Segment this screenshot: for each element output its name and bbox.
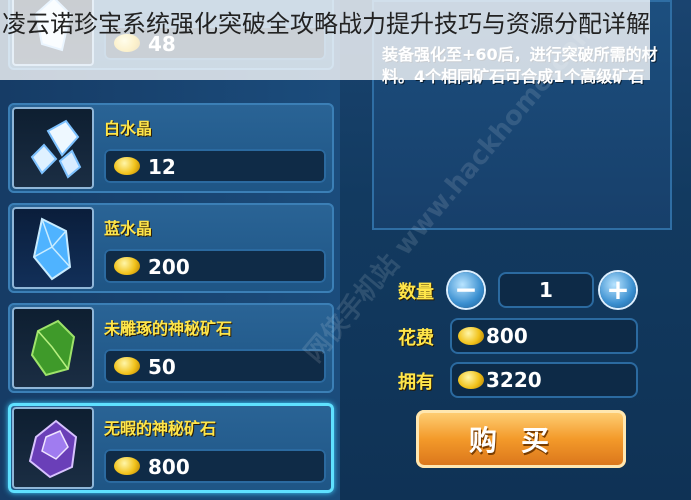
white-crystal-icon — [12, 107, 94, 189]
gold-coin-icon — [114, 157, 140, 175]
item-price: 800 — [148, 455, 190, 479]
item-price: 200 — [148, 255, 190, 279]
gold-coin-icon — [114, 457, 140, 475]
item-price: 12 — [148, 155, 176, 179]
price-box: 800 — [104, 449, 326, 483]
gold-coin-icon — [458, 327, 484, 345]
gold-coin-icon — [114, 357, 140, 375]
plus-button[interactable]: + — [600, 272, 636, 308]
gold-coin-icon — [458, 371, 484, 389]
owned-label: 拥有 — [398, 372, 434, 393]
quantity-label: 数量 — [398, 282, 434, 303]
cost-value: 800 — [486, 324, 528, 348]
item-card[interactable]: 未雕琢的神秘矿石 50 — [8, 303, 334, 393]
price-box: 12 — [104, 149, 326, 183]
minus-button[interactable]: − — [448, 272, 484, 308]
item-card[interactable]: 蓝水晶 200 — [8, 203, 334, 293]
item-card-selected[interactable]: 无暇的神秘矿石 800 — [8, 403, 334, 493]
cost-label: 花费 — [398, 328, 434, 349]
green-ore-icon — [12, 307, 94, 389]
page-title: 凌云诺珍宝系统强化突破全攻略战力提升技巧与资源分配详解 — [2, 10, 650, 38]
owned-box: 3220 — [450, 362, 638, 398]
gold-coin-icon — [114, 257, 140, 275]
item-card[interactable]: 白水晶 12 — [8, 103, 334, 193]
cost-box: 800 — [450, 318, 638, 354]
buy-button[interactable]: 购买 — [416, 410, 626, 468]
item-price: 50 — [148, 355, 176, 379]
item-name: 未雕琢的神秘矿石 — [104, 319, 233, 338]
price-box: 50 — [104, 349, 326, 383]
quantity-input[interactable]: 1 — [498, 272, 594, 308]
item-name: 蓝水晶 — [104, 219, 153, 238]
price-box: 200 — [104, 249, 326, 283]
blue-crystal-icon — [12, 207, 94, 289]
owned-value: 3220 — [486, 368, 542, 392]
item-name: 白水晶 — [104, 119, 153, 138]
purple-ore-icon — [12, 407, 94, 489]
item-name: 无暇的神秘矿石 — [104, 419, 217, 438]
